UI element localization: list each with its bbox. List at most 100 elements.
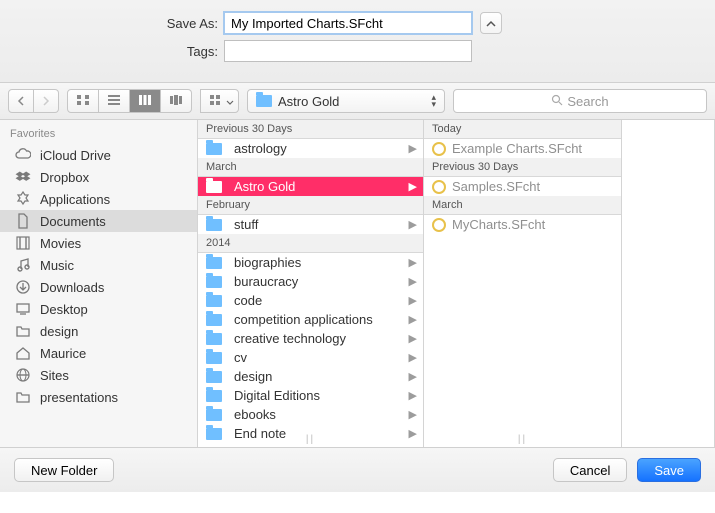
column-resize-handle[interactable]: || [518, 434, 527, 445]
sidebar-item-icloud-drive[interactable]: iCloud Drive [0, 144, 197, 166]
folder-icon [206, 219, 222, 231]
chevron-right-icon: ▶ [409, 313, 417, 326]
row-label: biographies [234, 255, 301, 270]
sidebar-item-design[interactable]: design [0, 320, 197, 342]
chevron-up-icon [486, 16, 496, 31]
chevron-right-icon: ▶ [409, 142, 417, 155]
sidebar-item-label: design [40, 324, 78, 339]
sidebar-item-maurice[interactable]: Maurice [0, 342, 197, 364]
search-icon [551, 94, 563, 109]
folder-row[interactable]: buraucracy ▶ [198, 272, 423, 291]
folder-row[interactable]: code▶ [198, 291, 423, 310]
arrange-button[interactable] [200, 89, 239, 113]
column-section-header: February [198, 196, 423, 215]
chevron-right-icon: ▶ [409, 351, 417, 364]
new-folder-button[interactable]: New Folder [14, 458, 114, 482]
updown-icon: ▴▾ [431, 94, 436, 108]
cloud-icon [14, 147, 32, 163]
view-coverflow-button[interactable] [161, 89, 192, 113]
film-icon [14, 235, 32, 251]
folder-row[interactable]: creative technology▶ [198, 329, 423, 348]
forward-button[interactable] [34, 89, 59, 113]
file-row[interactable]: Samples.SFcht [424, 177, 621, 196]
folder-row[interactable]: cv ▶ [198, 348, 423, 367]
chevron-right-icon: ▶ [409, 332, 417, 345]
row-label: stuff [234, 217, 258, 232]
sidebar-item-dropbox[interactable]: Dropbox [0, 166, 197, 188]
sidebar-item-documents[interactable]: Documents [0, 210, 197, 232]
file-row[interactable]: MyCharts.SFcht [424, 215, 621, 234]
folder-row[interactable]: design ▶ [198, 367, 423, 386]
path-popup[interactable]: Astro Gold ▴▾ [247, 89, 445, 113]
chevron-right-icon: ▶ [409, 389, 417, 402]
folder-icon [206, 352, 222, 364]
sidebar-item-desktop[interactable]: Desktop [0, 298, 197, 320]
folder-row[interactable]: Digital Editions▶ [198, 386, 423, 405]
chevron-right-icon: ▶ [409, 408, 417, 421]
folder-row[interactable]: Astro Gold▶ [198, 177, 423, 196]
sidebar-item-applications[interactable]: Applications [0, 188, 197, 210]
doc-icon [14, 213, 32, 229]
row-label: Example Charts.SFcht [452, 141, 582, 156]
folder-row[interactable]: stuff▶ [198, 215, 423, 234]
sidebar-item-music[interactable]: Music [0, 254, 197, 276]
collapse-button[interactable] [480, 12, 502, 34]
back-button[interactable] [8, 89, 34, 113]
row-label: code [234, 293, 262, 308]
column-1[interactable]: Previous 30 Daysastrology▶MarchAstro Gol… [198, 120, 424, 447]
sidebar-item-label: Music [40, 258, 74, 273]
saveas-label: Save As: [0, 16, 224, 31]
column-resize-handle[interactable]: || [306, 434, 315, 445]
folder-row[interactable]: astrology▶ [198, 139, 423, 158]
chevron-down-icon [226, 94, 234, 109]
column-2[interactable]: TodayExample Charts.SFchtPrevious 30 Day… [424, 120, 622, 447]
sidebar-item-label: Desktop [40, 302, 88, 317]
row-label: design [234, 369, 272, 384]
folder-icon [206, 314, 222, 326]
view-icons-button[interactable] [67, 89, 99, 113]
sidebar-item-downloads[interactable]: Downloads [0, 276, 197, 298]
arrange-group [200, 89, 239, 113]
path-label: Astro Gold [278, 94, 339, 109]
folder-icon [14, 389, 32, 405]
columns-view-icon [138, 94, 152, 109]
row-label: competition applications [234, 312, 373, 327]
search-input[interactable]: Search [453, 89, 707, 113]
home-icon [14, 345, 32, 361]
search-placeholder: Search [567, 94, 608, 109]
column-section-header: Previous 30 Days [198, 120, 423, 139]
save-button[interactable]: Save [637, 458, 701, 482]
folder-icon [206, 181, 222, 193]
desktop-icon [14, 301, 32, 317]
sidebar-item-label: presentations [40, 390, 118, 405]
row-label: cv [234, 350, 247, 365]
chevron-right-icon: ▶ [409, 370, 417, 383]
column-3 [622, 120, 715, 447]
folder-row[interactable]: ebooks▶ [198, 405, 423, 424]
folder-row[interactable]: competition applications ▶ [198, 310, 423, 329]
saveas-input[interactable] [224, 12, 472, 34]
sidebar-item-sites[interactable]: Sites [0, 364, 197, 386]
tags-label: Tags: [0, 44, 224, 59]
row-label: buraucracy [234, 274, 298, 289]
tags-input[interactable] [224, 40, 472, 62]
cancel-button[interactable]: Cancel [553, 458, 627, 482]
column-section-header: 2014 [198, 234, 423, 253]
chevron-left-icon [17, 94, 25, 109]
view-columns-button[interactable] [130, 89, 161, 113]
view-list-button[interactable] [99, 89, 130, 113]
column-section-header: Today [424, 120, 621, 139]
music-icon [14, 257, 32, 273]
sidebar-item-movies[interactable]: Movies [0, 232, 197, 254]
chevron-right-icon: ▶ [409, 275, 417, 288]
apps-icon [14, 191, 32, 207]
dropbox-icon [14, 169, 32, 185]
sidebar-item-label: Applications [40, 192, 110, 207]
file-row[interactable]: Example Charts.SFcht [424, 139, 621, 158]
sidebar-item-presentations[interactable]: presentations [0, 386, 197, 408]
arrange-icon [209, 94, 223, 109]
folder-icon [206, 371, 222, 383]
sidebar-item-label: Maurice [40, 346, 86, 361]
folder-icon [206, 295, 222, 307]
folder-row[interactable]: biographies▶ [198, 253, 423, 272]
